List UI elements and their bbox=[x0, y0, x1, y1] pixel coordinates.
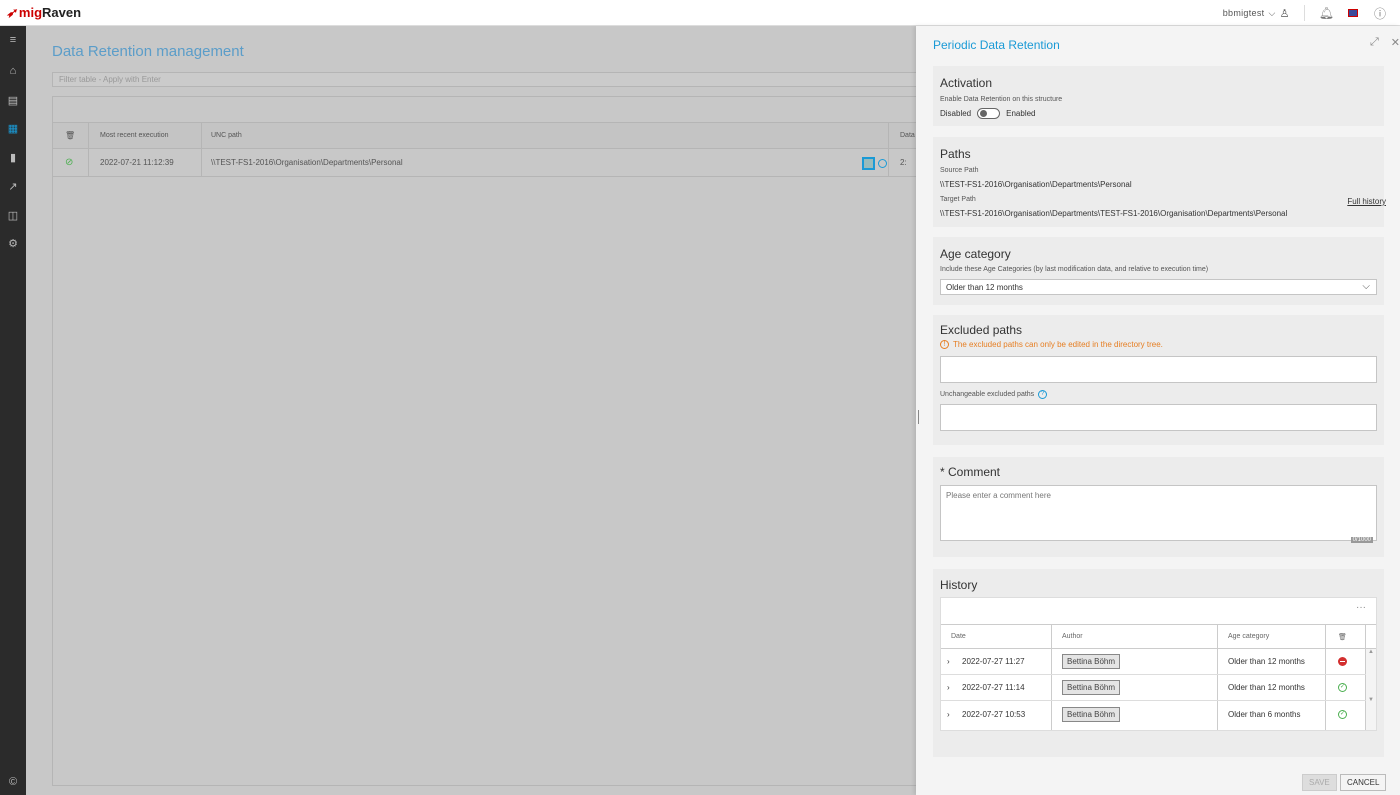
info-icon[interactable] bbox=[878, 159, 887, 168]
excluded-paths-card: Excluded paths ! The excluded paths can … bbox=[933, 315, 1384, 445]
enabled-label: Enabled bbox=[1006, 109, 1036, 118]
filter-input[interactable]: Filter table - Apply with Enter bbox=[52, 72, 922, 87]
app-logo[interactable]: ➶ mig Raven bbox=[0, 5, 81, 21]
warning-icon: ! bbox=[940, 340, 949, 349]
activation-toggle[interactable] bbox=[977, 108, 1001, 119]
data-cell: 2: bbox=[900, 158, 907, 167]
chevron-right-icon[interactable]: › bbox=[947, 675, 950, 700]
disabled-label: Disabled bbox=[940, 109, 972, 118]
unchangeable-paths-field bbox=[940, 404, 1377, 431]
excluded-warning: ! The excluded paths can only be edited … bbox=[940, 340, 1163, 349]
check-icon: ✓ bbox=[1338, 683, 1347, 692]
source-path-value: \\TEST-FS1-2016\Organisation\Departments… bbox=[940, 180, 1132, 189]
panel-title: Periodic Data Retention bbox=[933, 38, 1060, 52]
chevron-down-icon: ⌵ bbox=[1362, 281, 1370, 292]
unchangeable-label: Unchangeable excluded paths ? bbox=[940, 390, 1048, 399]
author-chip[interactable]: Bettina Böhm bbox=[1062, 706, 1121, 722]
retention-panel: Periodic Data Retention ⤢ ✕ Activation E… bbox=[916, 26, 1400, 795]
comment-input[interactable]: Please enter a comment here 0/1000 bbox=[940, 485, 1377, 543]
trend-icon[interactable]: ↗ bbox=[0, 180, 26, 193]
more-icon[interactable]: ··· bbox=[1356, 602, 1366, 613]
execution-cell: 2022-07-21 11:12:39 bbox=[100, 158, 174, 167]
excluded-paths-title: Excluded paths bbox=[940, 323, 1023, 337]
history-title: History bbox=[940, 578, 978, 592]
home-icon[interactable]: ⌂ bbox=[0, 65, 26, 77]
target-path-label: Target Path bbox=[940, 196, 976, 203]
page-title: Data Retention management bbox=[52, 43, 244, 60]
document-icon[interactable]: ▤ bbox=[0, 94, 26, 107]
disabled-icon bbox=[1338, 657, 1347, 666]
column-header-execution[interactable]: Most recent execution bbox=[100, 123, 168, 148]
activation-title: Activation bbox=[940, 76, 993, 90]
column-header-age[interactable]: Age category bbox=[1228, 625, 1269, 648]
cancel-button[interactable]: CANCEL bbox=[1340, 774, 1387, 791]
column-header-author[interactable]: Author bbox=[1062, 625, 1083, 648]
help-icon[interactable]: ? bbox=[1038, 390, 1048, 399]
history-table: ··· Date Author Age category 🗑︎ › 2022-0… bbox=[940, 597, 1377, 731]
chevron-right-icon[interactable]: › bbox=[947, 649, 950, 674]
user-icon: ♙ bbox=[1279, 7, 1290, 20]
folder-icon[interactable]: ▦ bbox=[0, 122, 26, 135]
divider bbox=[1303, 5, 1305, 21]
author-chip[interactable]: Bettina Böhm bbox=[1062, 654, 1121, 669]
username: bbmigtest bbox=[1222, 8, 1265, 18]
comment-title: * Comment bbox=[940, 465, 1001, 479]
chevron-right-icon[interactable]: › bbox=[947, 701, 950, 727]
settings-icon[interactable]: ⚙ bbox=[0, 237, 26, 250]
check-icon: ✓ bbox=[1338, 709, 1347, 719]
unc-path-cell: \\TEST-FS1-2016\Organisation\Departments… bbox=[211, 158, 403, 167]
history-row[interactable]: › 2022-07-27 10:53 Bettina Böhm Older th… bbox=[941, 701, 1376, 727]
edit-icon[interactable] bbox=[862, 157, 875, 170]
paths-title: Paths bbox=[940, 147, 971, 161]
user-menu[interactable]: bbmigtest ⌵ ♙ bbox=[1223, 7, 1290, 20]
age-category-label: Include these Age Categories (by last mo… bbox=[940, 266, 1209, 273]
retention-table: 🗑︎ Most recent execution UNC path Data ⊘… bbox=[52, 96, 922, 786]
table-toolbar bbox=[53, 97, 921, 123]
chart-icon[interactable]: ▮ bbox=[0, 151, 26, 164]
expand-icon[interactable]: ⤢ bbox=[1370, 36, 1379, 49]
table-header: 🗑︎ Most recent execution UNC path Data bbox=[53, 123, 921, 149]
author-chip[interactable]: Bettina Böhm bbox=[1062, 680, 1121, 695]
target-path-value: \\TEST-FS1-2016\Organisation\Departments… bbox=[940, 209, 1288, 218]
history-row[interactable]: › 2022-07-27 11:27 Bettina Böhm Older th… bbox=[941, 649, 1376, 675]
excluded-paths-field[interactable] bbox=[940, 356, 1377, 383]
close-icon[interactable]: ✕ bbox=[1391, 36, 1400, 49]
comment-card: * Comment Please enter a comment here 0/… bbox=[933, 457, 1384, 557]
resize-handle[interactable] bbox=[918, 410, 919, 424]
column-header-data[interactable]: Data bbox=[900, 123, 915, 148]
history-header: Date Author Age category 🗑︎ bbox=[941, 624, 1376, 649]
activation-card: Activation Enable Data Retention on this… bbox=[933, 66, 1384, 126]
paths-card: Paths Source Path \\TEST-FS1-2016\Organi… bbox=[933, 137, 1384, 227]
activation-label: Enable Data Retention on this structure bbox=[940, 96, 1063, 103]
help-icon[interactable]: ⓘ bbox=[1374, 5, 1386, 22]
flag-icon[interactable] bbox=[1347, 9, 1358, 17]
column-header-date[interactable]: Date bbox=[951, 625, 966, 648]
graph-icon[interactable]: ◫ bbox=[0, 209, 26, 222]
age-category-title: Age category bbox=[940, 247, 1011, 261]
menu-icon[interactable]: ≡ bbox=[0, 34, 26, 46]
age-category-select[interactable]: Older than 12 months ⌵ bbox=[940, 279, 1377, 295]
main-content: Data Retention management Filter table -… bbox=[26, 26, 922, 795]
history-row[interactable]: › 2022-07-27 11:14 Bettina Böhm Older th… bbox=[941, 675, 1376, 701]
source-path-label: Source Path bbox=[940, 167, 979, 174]
chevron-down-icon: ⌵ bbox=[1268, 7, 1276, 18]
full-history-link[interactable]: Full history bbox=[1347, 197, 1386, 206]
column-header-unc-path[interactable]: UNC path bbox=[211, 123, 242, 148]
trash-icon: 🗑︎ bbox=[1338, 633, 1347, 641]
copyright-icon[interactable]: © bbox=[0, 776, 26, 788]
char-counter: 0/1000 bbox=[1350, 537, 1373, 543]
age-category-card: Age category Include these Age Categorie… bbox=[933, 237, 1384, 305]
top-bar: ➶ mig Raven bbmigtest ⌵ ♙ 🔔︎ ⓘ bbox=[0, 0, 1400, 26]
trash-icon: 🗑︎ bbox=[65, 131, 76, 140]
save-button[interactable]: SAVE bbox=[1302, 774, 1337, 791]
history-card: History ··· Date Author Age category 🗑︎ … bbox=[933, 569, 1384, 757]
sidebar: ≡ ⌂ ▤ ▦ ▮ ↗ ◫ ⚙ © bbox=[0, 26, 26, 795]
check-icon: ⊘ bbox=[65, 157, 74, 168]
scrollbar[interactable]: ▲ ▼ bbox=[1366, 649, 1376, 730]
table-row[interactable]: ⊘ 2022-07-21 11:12:39 \\TEST-FS1-2016\Or… bbox=[53, 149, 921, 177]
raven-icon: ➶ bbox=[6, 4, 17, 20]
bell-icon[interactable]: 🔔︎ bbox=[1319, 6, 1334, 20]
